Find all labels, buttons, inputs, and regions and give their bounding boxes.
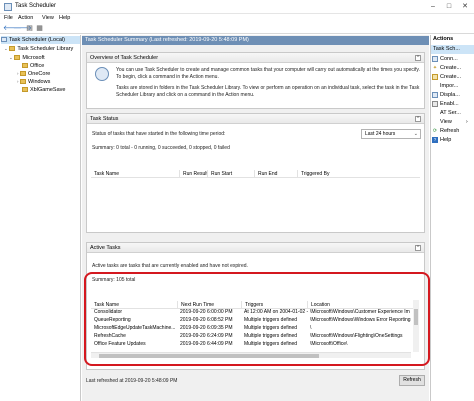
column-header-triggered-by[interactable]: Triggered By	[297, 170, 329, 178]
console-tree: Task Scheduler (Local) ⌄ Task Scheduler …	[0, 35, 81, 401]
help-icon: ?	[432, 136, 438, 143]
refresh-button[interactable]: Refresh	[399, 375, 425, 386]
chevron-right-icon[interactable]: ›	[466, 118, 468, 127]
action-connect[interactable]: Conn...	[432, 55, 458, 64]
computer-icon	[432, 55, 438, 62]
folder-icon	[22, 63, 28, 69]
show-hide-tree-icon[interactable]: ▤	[25, 24, 34, 33]
menu-view[interactable]: View	[42, 15, 54, 21]
actions-header: Actions	[433, 36, 454, 42]
tree-item-task-scheduler-local[interactable]: Task Scheduler (Local)	[1, 36, 80, 44]
window-title: Task Scheduler	[15, 3, 57, 9]
column-header-task-name[interactable]: Task Name	[91, 170, 119, 178]
chevron-down-icon[interactable]: ⌄	[414, 130, 418, 138]
action-create-basic[interactable]: ✦ Create...	[432, 64, 461, 73]
tree-item-office[interactable]: Office	[22, 62, 44, 70]
action-create-task[interactable]: Create...	[432, 73, 461, 82]
action-at-service[interactable]: AT Ser...	[432, 109, 461, 118]
maximize-icon[interactable]: □	[444, 2, 454, 12]
collapse-icon[interactable]: ^	[415, 245, 421, 251]
status-period-label: Status of tasks that have started in the…	[92, 131, 226, 137]
tree-item-onecore[interactable]: › OneCore	[17, 70, 50, 78]
blank-icon	[432, 119, 438, 125]
action-display[interactable]: Displa...	[432, 91, 460, 100]
overview-paragraph-2: Tasks are stored in folders in the Task …	[116, 85, 420, 98]
close-icon[interactable]: ✕	[460, 2, 470, 12]
folder-icon	[9, 46, 16, 52]
active-tasks-section-header[interactable]: Active Tasks ^	[87, 243, 424, 253]
overview-section-header[interactable]: Overview of Task Scheduler ^	[87, 53, 424, 63]
menu-file[interactable]: File	[4, 15, 13, 21]
actions-pane: Actions Task Sch... Conn... ✦ Create... C…	[430, 35, 474, 401]
chevron-right-icon[interactable]: ›	[17, 79, 19, 84]
blank-icon	[432, 83, 438, 89]
task-scheduler-icon	[95, 67, 109, 81]
collapse-icon[interactable]: ^	[415, 55, 421, 61]
menu-action[interactable]: Action	[18, 15, 33, 21]
tree-item-microsoft[interactable]: ⌄ Microsoft	[9, 54, 45, 62]
chevron-right-icon[interactable]: ›	[17, 71, 19, 76]
column-header-run-end[interactable]: Run End	[254, 170, 277, 178]
tree-item-xblgamesave[interactable]: XblGameSave	[22, 86, 65, 94]
action-help[interactable]: ? Help	[432, 136, 451, 145]
overview-section: Overview of Task Scheduler ^ You can use…	[86, 52, 425, 109]
menu-help[interactable]: Help	[59, 15, 70, 21]
action-refresh[interactable]: ⟳ Refresh	[432, 127, 459, 136]
folder-icon	[14, 55, 21, 61]
folder-icon	[20, 71, 27, 77]
status-summary: Summary: 0 total - 0 running, 0 succeede…	[92, 145, 230, 151]
toolbar: 🡐 🡒 ▤ ▦	[0, 23, 474, 34]
tree-item-library[interactable]: ⌄ Task Scheduler Library	[4, 45, 73, 53]
folder-icon	[20, 79, 27, 85]
display-icon	[432, 91, 438, 98]
task-status-section-header[interactable]: Task Status ^	[87, 114, 424, 124]
status-grid-header: Task Name Run Result Run Start Run End T…	[91, 169, 420, 178]
period-dropdown[interactable]: Last 24 hours ⌄	[361, 129, 421, 139]
tree-item-windows[interactable]: › Windows	[17, 78, 50, 86]
refresh-icon: ⟳	[432, 127, 438, 134]
action-enable[interactable]: Enabl...	[432, 100, 459, 109]
forward-arrow-icon[interactable]: 🡒	[13, 24, 32, 33]
action-view[interactable]: View ›	[432, 118, 468, 127]
title-bar: Task Scheduler – □ ✕	[0, 0, 474, 14]
help-icon[interactable]: ▦	[35, 24, 44, 33]
task-scheduler-app-icon	[4, 3, 12, 11]
actions-subheader[interactable]: Task Sch...	[431, 45, 474, 54]
wand-icon: ✦	[432, 64, 438, 71]
overview-paragraph-1: You can use Task Scheduler to create and…	[116, 67, 420, 80]
chevron-down-icon[interactable]: ⌄	[9, 55, 13, 60]
minimize-icon[interactable]: –	[428, 2, 438, 12]
column-header-run-result[interactable]: Run Result	[179, 170, 208, 178]
highlight-annotation	[84, 272, 430, 366]
task-status-section: Task Status ^ Status of tasks that have …	[86, 113, 425, 233]
action-import[interactable]: Impor...	[432, 82, 458, 91]
clock-icon	[1, 37, 7, 43]
last-refreshed-text: Last refreshed at 2019-09-20 5:48:09 PM	[86, 378, 178, 384]
active-tasks-description: Active tasks are tasks that are currentl…	[92, 263, 248, 269]
column-header-run-start[interactable]: Run Start	[207, 170, 232, 178]
task-icon	[432, 73, 438, 80]
back-arrow-icon[interactable]: 🡐	[3, 24, 22, 33]
enable-icon	[432, 100, 438, 107]
collapse-icon[interactable]: ^	[415, 116, 421, 122]
chevron-down-icon[interactable]: ⌄	[4, 46, 8, 51]
summary-header: Task Scheduler Summary (Last refreshed: …	[82, 36, 429, 45]
blank-icon	[432, 110, 438, 116]
folder-icon	[22, 87, 28, 93]
menu-bar: File Action View Help	[0, 14, 474, 23]
